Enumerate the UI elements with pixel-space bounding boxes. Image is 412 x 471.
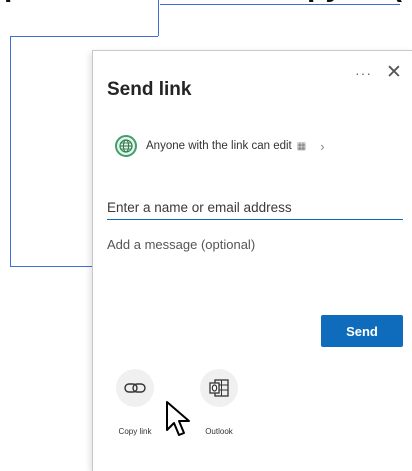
background-heading-text: p (4, 0, 22, 4)
link-icon (116, 369, 154, 407)
callout-connector (158, 0, 159, 36)
more-options-icon[interactable]: ··· (355, 65, 372, 81)
link-permission-selector[interactable]: Anyone with the link can edit ▦ › (115, 133, 325, 159)
calendar-icon: ▦ (296, 140, 307, 152)
callout-connector (10, 36, 158, 37)
send-button[interactable]: Send (321, 315, 403, 347)
background-underline (160, 4, 400, 5)
outlook-label: Outlook (205, 427, 233, 436)
dialog-title: Send link (107, 79, 192, 100)
globe-icon (115, 135, 137, 157)
message-input[interactable] (107, 237, 403, 297)
permission-label: Anyone with the link can edit (146, 140, 292, 152)
chevron-right-icon: › (320, 138, 325, 154)
close-icon[interactable]: ✕ (386, 61, 402, 84)
copy-link-option[interactable]: Copy link (105, 369, 165, 436)
outlook-option[interactable]: Outlook (189, 369, 249, 436)
background-heading-fragment: p copy ( (0, 0, 412, 14)
recipient-input[interactable] (107, 195, 403, 220)
callout-connector (10, 266, 92, 267)
outlook-icon (200, 369, 238, 407)
send-link-dialog: Send link ··· ✕ Anyone with the link can… (92, 50, 412, 471)
callout-connector (10, 36, 11, 266)
copy-link-label: Copy link (118, 427, 152, 436)
